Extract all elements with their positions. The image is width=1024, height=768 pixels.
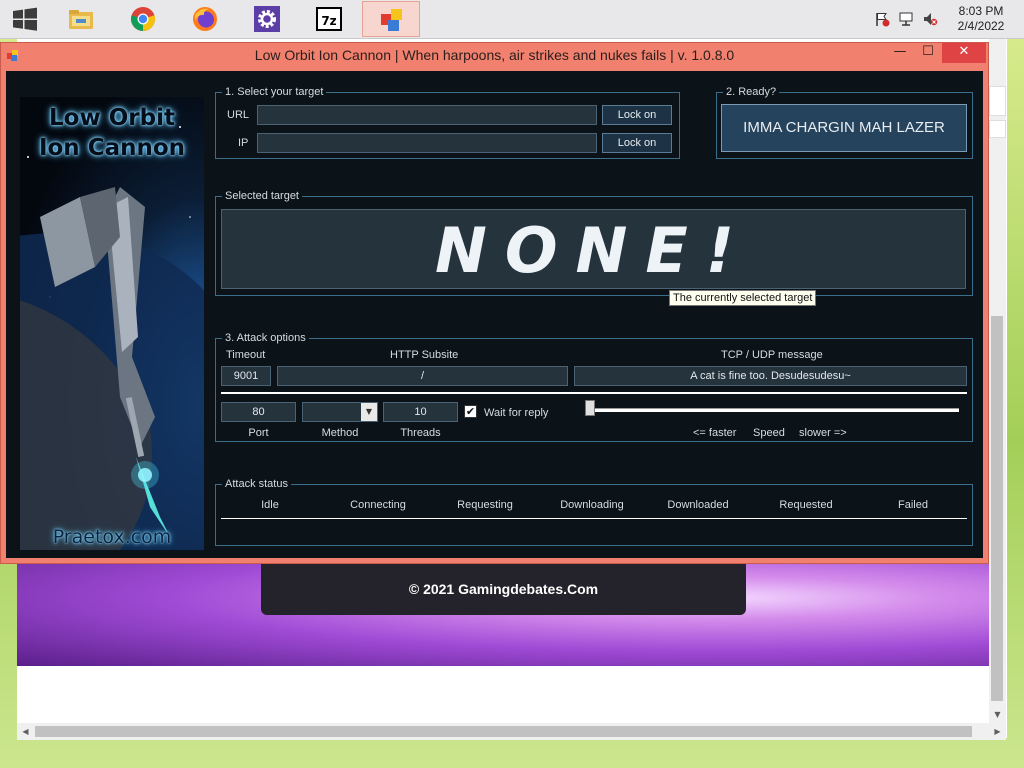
ion-cannon-illustration (20, 126, 204, 550)
network-icon[interactable] (898, 11, 914, 27)
http-subsite-label: HTTP Subsite (390, 349, 459, 361)
lock-on-ip-button[interactable]: Lock on (602, 133, 672, 153)
window-client-area: Low Orbit Ion Cannon Praetox.com 1. Sele… (6, 71, 983, 558)
close-button[interactable]: ✕ (942, 43, 986, 63)
selected-target-tooltip: The currently selected target (669, 290, 817, 306)
fire-lazer-button[interactable]: IMMA CHARGIN MAH LAZER (721, 104, 967, 152)
group-label-attack-status: Attack status (222, 477, 291, 491)
window-titlebar[interactable]: Low Orbit Ion Cannon | When harpoons, ai… (1, 43, 988, 69)
group-attack-status: Attack status Idle Connecting Requesting… (215, 477, 973, 546)
firefox-icon (193, 7, 217, 31)
group-select-target: 1. Select your target URL Lock on IP Loc… (215, 85, 680, 159)
status-connecting: Connecting (350, 499, 406, 511)
vertical-scrollbar[interactable]: ▼ (989, 38, 1006, 723)
taskbar-settings[interactable] (238, 1, 296, 37)
url-input[interactable] (257, 105, 597, 125)
speed-slider-track[interactable] (588, 408, 959, 412)
method-select[interactable]: ▼ (302, 402, 378, 422)
group-selected-target: Selected target NONE! (215, 189, 973, 296)
status-downloaded: Downloaded (667, 499, 729, 511)
taskbar: 7z 8:03 PM 2/4/2022 (0, 0, 1024, 39)
checkmark-icon: ✔ (465, 405, 476, 418)
wait-for-reply-checkbox[interactable]: ✔ (464, 405, 477, 418)
loic-window: Low Orbit Ion Cannon | When harpoons, ai… (0, 42, 989, 564)
maximize-button[interactable]: ☐ (912, 43, 944, 63)
selected-target-value: NONE! (434, 214, 753, 287)
url-label: URL (227, 109, 250, 121)
lock-on-url-button[interactable]: Lock on (602, 105, 672, 125)
scroll-left-arrow-icon[interactable]: ◀ (17, 723, 34, 740)
maximize-icon: ☐ (922, 44, 934, 59)
page-side-widget-2 (989, 120, 1006, 138)
horizontal-scroll-thumb[interactable] (35, 726, 972, 737)
port-input[interactable] (221, 402, 296, 422)
chrome-icon (130, 7, 156, 32)
group-attack-options: 3. Attack options Timeout HTTP Subsite T… (215, 331, 973, 442)
loic-logo-panel: Low Orbit Ion Cannon Praetox.com (20, 97, 204, 550)
page-side-widget (989, 86, 1006, 116)
status-downloading: Downloading (560, 499, 624, 511)
volume-muted-icon[interactable] (922, 11, 938, 27)
taskbar-7zip[interactable]: 7z (300, 1, 358, 37)
folder-icon (69, 10, 93, 29)
speed-slower-label: slower => (799, 427, 847, 439)
action-center-flag-icon[interactable] (874, 11, 890, 27)
clock-time: 8:03 PM (958, 4, 1004, 18)
wait-for-reply-label: Wait for reply (484, 407, 549, 419)
close-icon: ✕ (958, 44, 970, 59)
vertical-scroll-thumb[interactable] (991, 316, 1003, 701)
timeout-label: Timeout (226, 349, 266, 361)
status-failed: Failed (898, 499, 928, 511)
chevron-down-icon[interactable]: ▼ (361, 403, 377, 421)
tcp-udp-message-input[interactable] (574, 366, 967, 386)
scroll-down-arrow-icon[interactable]: ▼ (989, 706, 1006, 723)
threads-label: Threads (400, 427, 441, 439)
logo-site-link[interactable]: Praetox.com (20, 526, 204, 548)
window-title: Low Orbit Ion Cannon | When harpoons, ai… (254, 47, 735, 63)
horizontal-scrollbar[interactable]: ◀ ▶ (17, 723, 1006, 740)
group-ready: 2. Ready? IMMA CHARGIN MAH LAZER (716, 85, 973, 159)
status-requested: Requested (779, 499, 833, 511)
speed-faster-label: <= faster (693, 427, 737, 439)
start-button[interactable] (0, 0, 50, 38)
options-divider (221, 392, 967, 394)
web-footer: © 2021 Gamingdebates.Com (261, 563, 746, 615)
logo-title-line1: Low Orbit (49, 105, 175, 131)
ip-input[interactable] (257, 133, 597, 153)
status-idle: Idle (261, 499, 279, 511)
speed-label: Speed (753, 427, 785, 439)
ip-label: IP (238, 137, 249, 149)
taskbar-loic[interactable] (362, 1, 420, 37)
taskbar-clock[interactable]: 8:03 PM 2/4/2022 (948, 4, 1014, 34)
port-label: Port (248, 427, 269, 439)
taskbar-file-explorer[interactable] (52, 1, 110, 37)
group-label-ready: 2. Ready? (723, 85, 780, 99)
status-requesting: Requesting (457, 499, 513, 511)
windows-logo-icon (13, 7, 37, 31)
group-label-selected-target: Selected target (222, 189, 302, 203)
7zip-label: 7z (321, 14, 336, 28)
http-subsite-input[interactable] (277, 366, 568, 386)
method-label: Method (321, 427, 359, 439)
taskbar-firefox[interactable] (176, 1, 234, 37)
tcp-udp-message-label: TCP / UDP message (721, 349, 823, 361)
7zip-icon: 7z (316, 7, 342, 31)
gear-icon (254, 6, 280, 32)
logo-title-line2: Ion Cannon (38, 135, 186, 161)
clock-date: 2/4/2022 (957, 19, 1005, 33)
threads-input[interactable] (383, 402, 458, 422)
taskbar-chrome[interactable] (114, 1, 172, 37)
group-label-select-target: 1. Select your target (222, 85, 327, 99)
scroll-right-arrow-icon[interactable]: ▶ (989, 723, 1006, 740)
selected-target-display: NONE! (221, 209, 966, 289)
status-divider (221, 518, 967, 519)
loic-app-icon (381, 9, 402, 31)
minimize-icon: — (893, 44, 907, 59)
timeout-input[interactable] (221, 366, 271, 386)
group-label-attack-options: 3. Attack options (222, 331, 309, 345)
speed-slider-thumb[interactable] (585, 400, 595, 416)
